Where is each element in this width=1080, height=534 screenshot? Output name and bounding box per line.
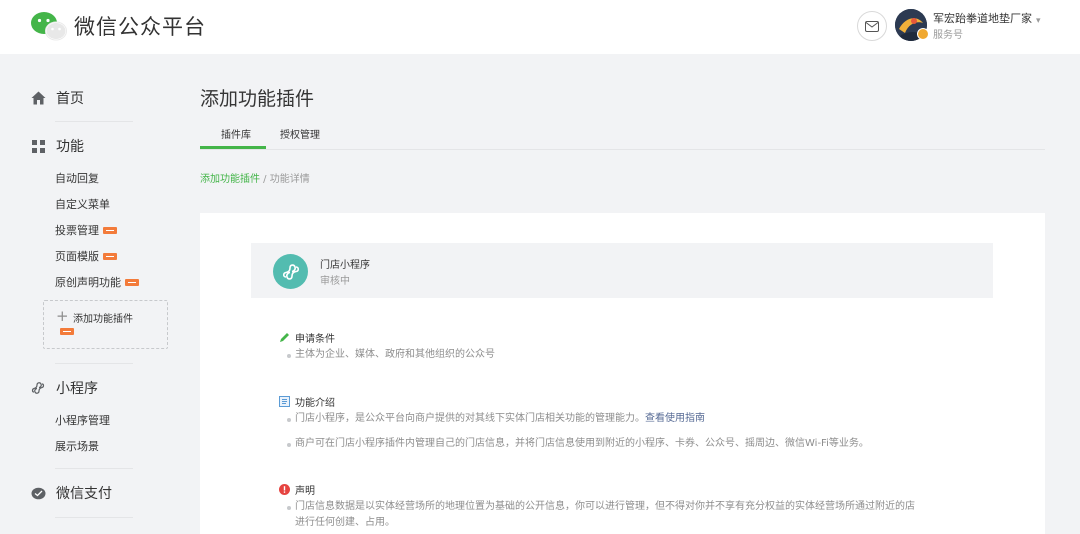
sidebar-item-wechat-pay[interactable]: 微信支付 xyxy=(30,483,112,503)
list-item: 商户可在门店小程序插件内管理自己的门店信息，并将门店信息使用到附近的小程序、卡券… xyxy=(287,436,869,452)
sidebar-item-auto-reply[interactable]: 自动回复 xyxy=(55,170,99,186)
list-item: 门店信息数据是以实体经营场所的地理位置为基础的公开信息，你可以进行管理，但不得对… xyxy=(287,499,915,515)
sidebar-item-label: 自动回复 xyxy=(55,172,99,185)
sidebar: 首页 功能 自动回复 自定义菜单 投票管理 页面模版 原创声明功能 + 添加功能… xyxy=(0,54,185,534)
sidebar-item-home[interactable]: 首页 xyxy=(30,88,84,108)
plugin-status: 审核中 xyxy=(320,276,350,287)
list-item-text: 门店小程序，是公众平台向商户提供的对其线下实体门店相关功能的管理能力。 xyxy=(295,413,645,424)
account-type: 服务号 xyxy=(933,30,963,41)
list-item: 主体为企业、媒体、政府和其他组织的公众号 xyxy=(287,347,495,363)
sidebar-item-label: 展示场景 xyxy=(55,440,99,453)
divider xyxy=(55,517,133,518)
grid-icon xyxy=(30,138,46,154)
sidebar-item-original-statement[interactable]: 原创声明功能 xyxy=(55,274,139,290)
divider xyxy=(55,468,133,469)
sidebar-item-label: 自定义菜单 xyxy=(55,198,110,211)
new-badge xyxy=(103,226,117,234)
sidebar-item-mini-program[interactable]: 小程序 xyxy=(30,378,98,398)
new-badge xyxy=(60,328,74,335)
list-item: 门店小程序，是公众平台向商户提供的对其线下实体门店相关功能的管理能力。查看使用指… xyxy=(287,411,705,427)
sidebar-item-page-template[interactable]: 页面模版 xyxy=(55,248,117,264)
divider xyxy=(55,363,133,364)
section-statement: 声明 xyxy=(279,482,315,497)
home-icon xyxy=(30,90,46,106)
add-plugin-button[interactable]: + 添加功能插件 xyxy=(43,300,168,349)
sidebar-item-label: 原创声明功能 xyxy=(55,276,121,289)
plugin-name: 门店小程序 xyxy=(320,260,370,271)
wechat-logo-icon[interactable] xyxy=(30,10,68,42)
sidebar-item-label: 投票管理 xyxy=(55,224,99,237)
pen-icon xyxy=(279,332,290,343)
active-tab-indicator xyxy=(200,146,266,149)
sidebar-item-label: 小程序 xyxy=(56,381,98,397)
verified-badge-icon xyxy=(917,28,929,40)
sidebar-item-label: 功能 xyxy=(56,139,84,155)
breadcrumb-current: 功能详情 xyxy=(269,174,310,185)
plugin-banner: 门店小程序 审核中 xyxy=(251,243,993,298)
store-mini-program-icon xyxy=(273,254,308,289)
section-requirements: 申请条件 xyxy=(279,330,335,345)
add-plugin-label: 添加功能插件 xyxy=(73,314,133,325)
breadcrumb-separator: / xyxy=(260,174,270,185)
mail-button[interactable] xyxy=(857,11,887,41)
tab-plugin-library[interactable]: 插件库 xyxy=(221,126,251,141)
new-badge xyxy=(103,252,117,260)
chevron-down-icon[interactable]: ▾ xyxy=(1036,16,1041,26)
new-badge xyxy=(125,278,139,286)
top-bar: 微信公众平台 军宏跆拳道地垫厂家 服务号 ▾ xyxy=(0,0,1080,54)
breadcrumb: 添加功能插件 / 功能详情 xyxy=(200,170,310,185)
warning-icon xyxy=(279,484,290,495)
section-title: 申请条件 xyxy=(295,334,335,345)
section-introduction: 功能介绍 xyxy=(279,394,335,409)
list-item-continuation: 进行任何创建、占用。 xyxy=(295,517,395,528)
sidebar-item-label: 首页 xyxy=(56,91,84,107)
sidebar-item-display-scene[interactable]: 展示场景 xyxy=(55,438,99,454)
tab-bar: 插件库 授权管理 xyxy=(200,120,1045,150)
plus-icon: + xyxy=(56,307,69,325)
account-name[interactable]: 军宏跆拳道地垫厂家 xyxy=(933,10,1032,26)
brand-title[interactable]: 微信公众平台 xyxy=(74,11,206,41)
sidebar-item-features[interactable]: 功能 xyxy=(30,136,84,156)
sidebar-item-custom-menu[interactable]: 自定义菜单 xyxy=(55,196,110,212)
usage-guide-link[interactable]: 查看使用指南 xyxy=(645,413,705,424)
wechat-pay-icon xyxy=(30,485,46,501)
sidebar-item-mini-program-manage[interactable]: 小程序管理 xyxy=(55,412,110,428)
mail-icon xyxy=(865,20,879,32)
section-title: 功能介绍 xyxy=(295,398,335,409)
mini-program-icon xyxy=(30,380,46,396)
sidebar-item-label: 页面模版 xyxy=(55,250,99,263)
sidebar-item-label: 微信支付 xyxy=(56,486,112,502)
divider xyxy=(55,121,133,122)
plugin-detail-card: 门店小程序 审核中 申请条件 主体为企业、媒体、政府和其他组织的公众号 功能介绍… xyxy=(200,213,1045,534)
section-title: 声明 xyxy=(295,486,315,497)
sidebar-item-vote[interactable]: 投票管理 xyxy=(55,222,117,238)
tab-authorization[interactable]: 授权管理 xyxy=(280,126,320,141)
breadcrumb-link[interactable]: 添加功能插件 xyxy=(200,174,260,185)
sidebar-item-label: 小程序管理 xyxy=(55,414,110,427)
page-title: 添加功能插件 xyxy=(200,88,315,110)
doc-icon xyxy=(279,396,290,407)
